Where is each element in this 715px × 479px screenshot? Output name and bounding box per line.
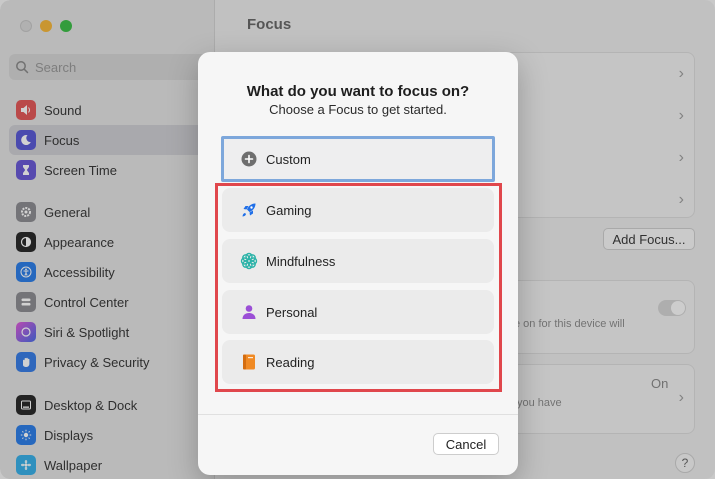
dialog-title: What do you want to focus on? bbox=[246, 83, 470, 100]
settings-window: Sound Focus Screen Time General bbox=[0, 0, 715, 479]
focus-option-label: Custom bbox=[266, 151, 311, 167]
focus-option-custom[interactable]: Custom bbox=[221, 136, 495, 182]
focus-options-highlight bbox=[215, 183, 502, 392]
dialog-divider bbox=[198, 414, 518, 415]
plus-circle-icon bbox=[240, 150, 258, 168]
dialog-subtitle: Choose a Focus to get started. bbox=[269, 102, 447, 117]
cancel-button[interactable]: Cancel bbox=[433, 433, 499, 455]
